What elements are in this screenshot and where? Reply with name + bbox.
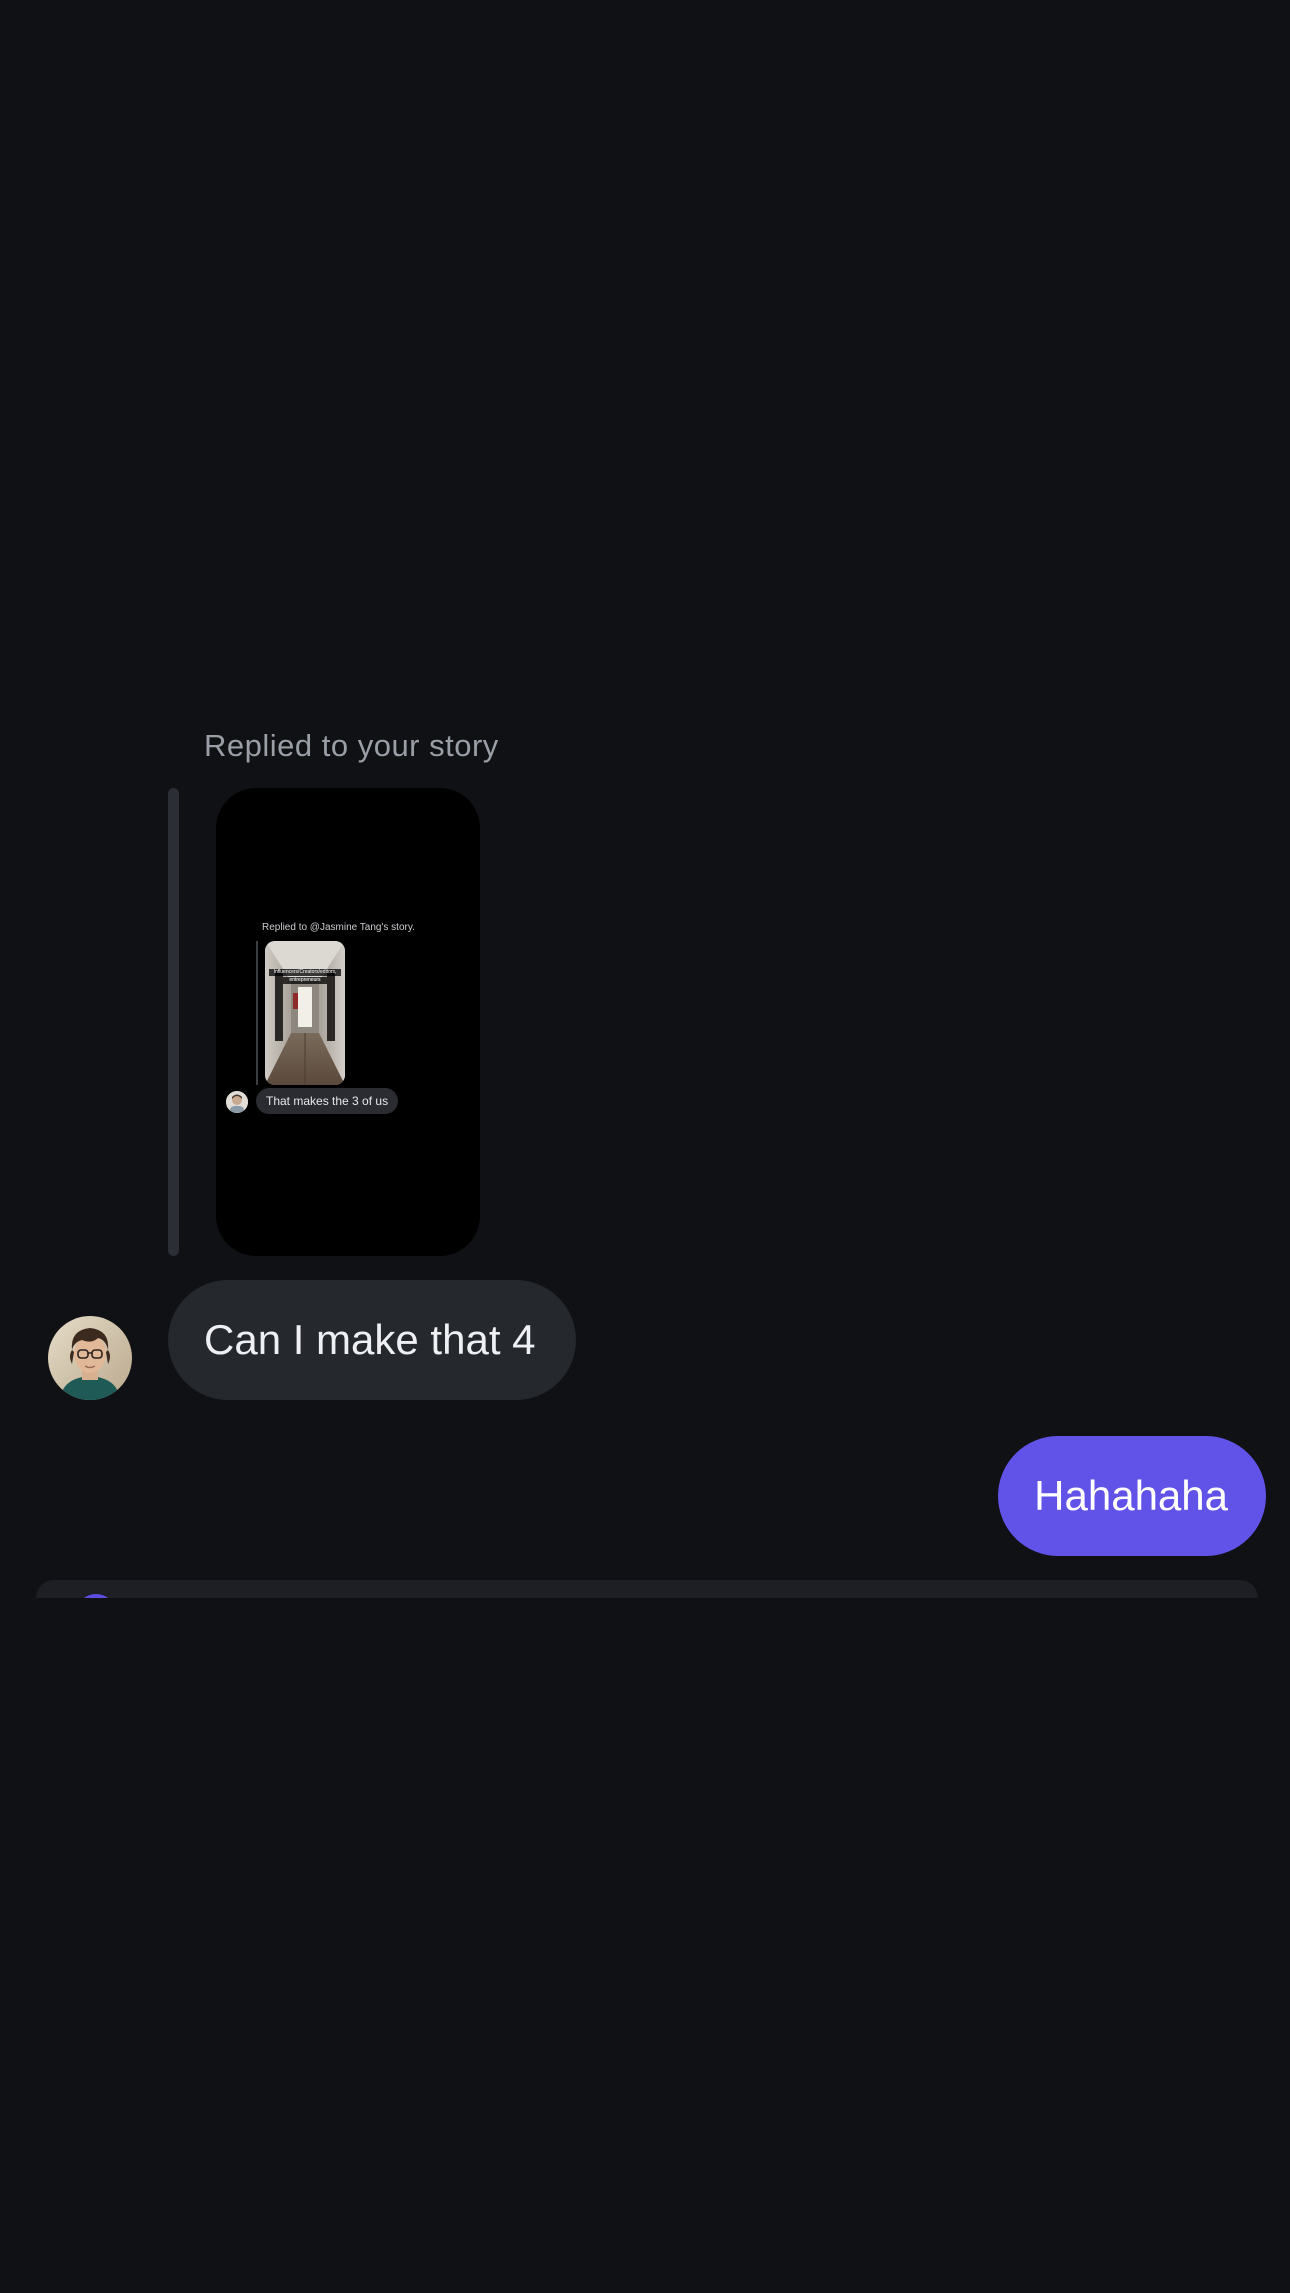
- sender-avatar[interactable]: [48, 1316, 132, 1400]
- story-inner-reply-bubble: That makes the 3 of us: [256, 1088, 399, 1114]
- thumbnail-text-line-1: Influencers/Creators/editors,: [269, 969, 341, 976]
- message-composer[interactable]: [36, 1580, 1258, 1598]
- outgoing-message-bubble[interactable]: Hahahaha: [998, 1436, 1266, 1556]
- hallway-image: [265, 941, 345, 1085]
- story-inner-quote-bar: [256, 941, 258, 1085]
- incoming-message-bubble[interactable]: Can I make that 4: [168, 1280, 576, 1400]
- story-thumbnail: Influencers/Creators/editors, entreprene…: [265, 941, 345, 1085]
- thumbnail-text-line-2: entrepreneurs: [283, 977, 327, 984]
- story-reply-avatar: [226, 1091, 248, 1113]
- camera-icon[interactable]: [76, 1594, 116, 1598]
- story-inner-caption: Replied to @Jasmine Tang's story.: [262, 922, 415, 933]
- story-reply-caption: Replied to your story: [204, 728, 499, 763]
- reply-quote-bar: [168, 788, 179, 1256]
- chat-screen: Replied to your story Replied to @Jasmin…: [0, 0, 1290, 2293]
- story-preview-card[interactable]: Replied to @Jasmine Tang's story. Influe…: [216, 788, 480, 1256]
